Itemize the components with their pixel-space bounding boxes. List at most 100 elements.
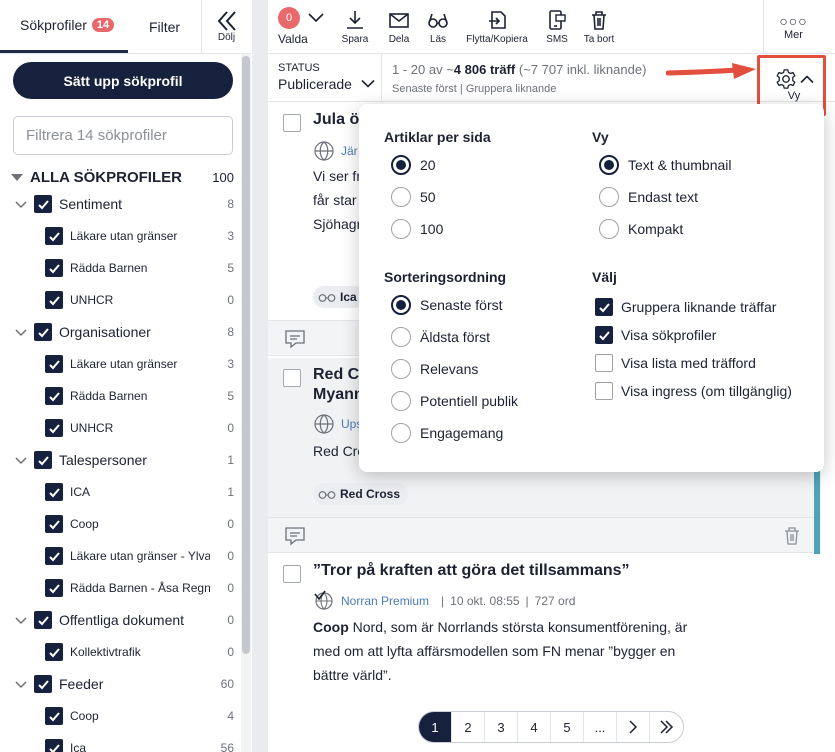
sms-label: SMS	[546, 33, 568, 45]
tree-item[interactable]: Rädda Barnen 5	[0, 380, 240, 412]
tree-item[interactable]: Läkare utan gränser - Ylva ... 0	[0, 540, 240, 572]
tree-item[interactable]: Coop 4	[0, 700, 240, 732]
setup-profile-button[interactable]: Sätt upp sökprofil	[13, 62, 233, 99]
per-page-option[interactable]: 20	[391, 155, 436, 175]
tree-group[interactable]: Talespersoner 1	[0, 444, 240, 476]
profile-checkbox[interactable]	[45, 355, 63, 373]
tab-filter[interactable]: Filter	[128, 0, 201, 53]
article-title[interactable]: ”Tror på kraften att göra det tillsamman…	[313, 562, 630, 580]
view-option[interactable]: Kompakt	[599, 219, 683, 239]
all-profiles-label: ALLA SÖKPROFILER	[30, 168, 182, 186]
share-button[interactable]: Dela	[379, 0, 419, 53]
comment-icon[interactable]	[284, 329, 306, 349]
page-button[interactable]: 5	[551, 712, 584, 742]
tree-group[interactable]: Feeder 60	[0, 668, 240, 700]
sort-option[interactable]: Potentiell publik	[391, 391, 518, 411]
option-label: Äldsta först	[420, 329, 491, 345]
profile-checkbox[interactable]	[34, 611, 52, 629]
tree-item[interactable]: Ica 56	[0, 732, 240, 752]
profile-checkbox[interactable]	[45, 291, 63, 309]
tree-item[interactable]: Coop 0	[0, 508, 240, 540]
tree-item[interactable]: Läkare utan gränser 3	[0, 220, 240, 252]
view-option[interactable]: Endast text	[599, 187, 698, 207]
page-button[interactable]: 4	[518, 712, 551, 742]
page-button[interactable]: 1	[419, 712, 452, 742]
profile-checkbox[interactable]	[34, 675, 52, 693]
chevron-down-icon[interactable]	[14, 197, 28, 211]
profile-checkbox[interactable]	[45, 547, 63, 565]
save-button[interactable]: Spara	[331, 0, 379, 53]
chevron-down-icon[interactable]	[14, 677, 28, 691]
article-source[interactable]: Jär	[341, 144, 358, 158]
tree-item[interactable]: UNHCR 0	[0, 412, 240, 444]
read-button[interactable]: Läs	[419, 0, 457, 53]
chevron-down-icon[interactable]	[14, 453, 28, 467]
profile-tag[interactable]: Red Cross	[313, 483, 409, 505]
status-dropdown[interactable]: STATUS Publicerade	[268, 54, 382, 101]
tree-item[interactable]: Kollektivtrafik 0	[0, 636, 240, 668]
tree-item[interactable]: UNHCR 0	[0, 284, 240, 316]
article-checkbox[interactable]	[283, 369, 301, 387]
article-title-line2[interactable]: Myann	[313, 386, 364, 404]
radio	[391, 423, 411, 443]
profile-checkbox[interactable]	[45, 227, 63, 245]
profile-checkbox[interactable]	[34, 195, 52, 213]
article-checkbox[interactable]	[283, 114, 301, 132]
choice-checkbox[interactable]: Visa lista med träfford	[595, 354, 756, 372]
more-button[interactable]: ○○○ Mer	[763, 0, 823, 54]
hide-sidebar-button[interactable]: Dölj	[201, 0, 251, 53]
per-page-option[interactable]: 50	[391, 187, 436, 207]
article-source[interactable]: Norran Premium	[341, 594, 429, 608]
profile-checkbox[interactable]	[45, 707, 63, 725]
choice-checkbox[interactable]: Visa sökprofiler	[595, 326, 716, 344]
sms-button[interactable]: SMS	[537, 0, 577, 53]
next-page-button[interactable]	[617, 712, 650, 742]
profile-checkbox[interactable]	[45, 515, 63, 533]
profile-checkbox[interactable]	[45, 579, 63, 597]
tab-sokprofiler[interactable]: Sökprofiler 14	[0, 0, 128, 53]
profile-checkbox[interactable]	[45, 419, 63, 437]
tree-group[interactable]: Offentliga dokument 0	[0, 604, 240, 636]
sort-option[interactable]: Engagemang	[391, 423, 503, 443]
comment-icon[interactable]	[284, 526, 306, 546]
profile-checkbox[interactable]	[45, 259, 63, 277]
tree-item[interactable]: Rädda Barnen 5	[0, 252, 240, 284]
chevron-down-icon[interactable]	[14, 325, 28, 339]
profile-tag[interactable]: Ica	[313, 286, 365, 308]
tree-item[interactable]: Rädda Barnen - Åsa Regnér 0	[0, 572, 240, 604]
tree-item[interactable]: Läkare utan gränser 3	[0, 348, 240, 380]
profile-checkbox[interactable]	[45, 643, 63, 661]
sidebar-scrollbar[interactable]	[241, 54, 251, 752]
trash-icon[interactable]	[782, 526, 802, 546]
profile-checkbox[interactable]	[34, 451, 52, 469]
page-button[interactable]: 2	[452, 712, 485, 742]
article-checkbox[interactable]	[283, 565, 301, 583]
article-title[interactable]: Red Cr	[313, 366, 365, 384]
delete-button[interactable]: Ta bort	[577, 0, 621, 53]
sort-option[interactable]: Relevans	[391, 359, 478, 379]
choice-checkbox[interactable]: Visa ingress (om tillgänglig)	[595, 382, 792, 400]
tree-group[interactable]: Sentiment 8	[0, 188, 240, 220]
checkmark-icon	[37, 615, 49, 625]
page-button[interactable]: 3	[485, 712, 518, 742]
selected-dropdown[interactable]: 0 Valda	[268, 0, 331, 53]
sort-option[interactable]: Senaste först	[391, 295, 503, 315]
profile-filter-input[interactable]: Filtrera 14 sökprofiler	[13, 116, 233, 155]
snippet-line: Sjöhagr	[313, 216, 362, 232]
last-page-button[interactable]	[650, 712, 683, 742]
view-option[interactable]: Text & thumbnail	[599, 155, 732, 175]
scrollbar-thumb[interactable]	[242, 56, 250, 654]
profile-checkbox[interactable]	[34, 323, 52, 341]
profile-checkbox[interactable]	[45, 387, 63, 405]
view-settings-menu: Artiklar per sida 20 50 100 Vy Text & th…	[359, 104, 824, 472]
chevron-down-icon[interactable]	[14, 613, 28, 627]
profile-checkbox[interactable]	[45, 483, 63, 501]
sort-option[interactable]: Äldsta först	[391, 327, 490, 347]
per-page-option[interactable]: 100	[391, 219, 443, 239]
profile-count: 5	[227, 261, 234, 275]
tree-item[interactable]: ICA 1	[0, 476, 240, 508]
profile-checkbox[interactable]	[45, 739, 63, 752]
choice-checkbox[interactable]: Gruppera liknande träffar	[595, 298, 776, 316]
tree-group[interactable]: Organisationer 8	[0, 316, 240, 348]
move-copy-button[interactable]: Flytta/Kopiera	[457, 0, 537, 53]
